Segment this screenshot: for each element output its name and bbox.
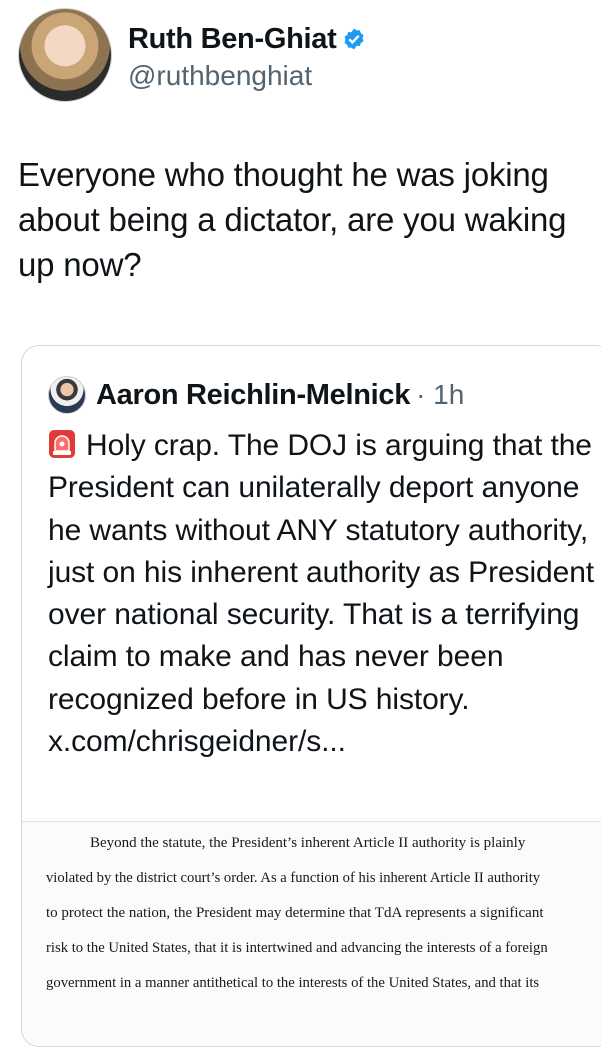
quoted-tweet-card[interactable]: Aaron Reichlin-Melnick · 1h Holy crap. T…: [21, 345, 601, 1047]
author-display-name[interactable]: Ruth Ben-Ghiat: [128, 23, 366, 56]
tweet-header: Ruth Ben-Ghiat @ruthbenghiat: [18, 8, 366, 102]
document-line: Beyond the statute, the President’s inhe…: [90, 835, 526, 851]
author-names: Ruth Ben-Ghiat @ruthbenghiat: [128, 19, 366, 92]
quoted-tweet-text: Holy crap. The DOJ is arguing that the P…: [48, 425, 601, 763]
document-line: risk to the United States, that it is in…: [46, 940, 548, 956]
quoted-author-avatar[interactable]: [48, 376, 86, 414]
quoted-tweet-time[interactable]: · 1h: [416, 379, 464, 411]
author-avatar[interactable]: [18, 8, 112, 102]
tweet-text: Everyone who thought he was joking about…: [18, 156, 567, 283]
author-handle[interactable]: @ruthbenghiat: [128, 60, 366, 92]
document-image[interactable]: Beyond the statute, the President’s inhe…: [22, 821, 601, 1046]
verified-badge-icon: [344, 28, 364, 50]
document-line: violated by the district court’s order. …: [46, 870, 541, 886]
police-siren-icon: [49, 430, 75, 458]
author-display-name-text[interactable]: Ruth Ben-Ghiat: [128, 23, 337, 56]
quoted-author-name[interactable]: Aaron Reichlin-Melnick: [96, 379, 410, 412]
quoted-tweet-header: Aaron Reichlin-Melnick · 1h: [48, 376, 464, 414]
document-line: government in a manner antithetical to t…: [46, 975, 540, 991]
quoted-tweet-body: Holy crap. The DOJ is arguing that the P…: [48, 429, 595, 759]
document-line: to protect the nation, the President may…: [46, 905, 544, 921]
